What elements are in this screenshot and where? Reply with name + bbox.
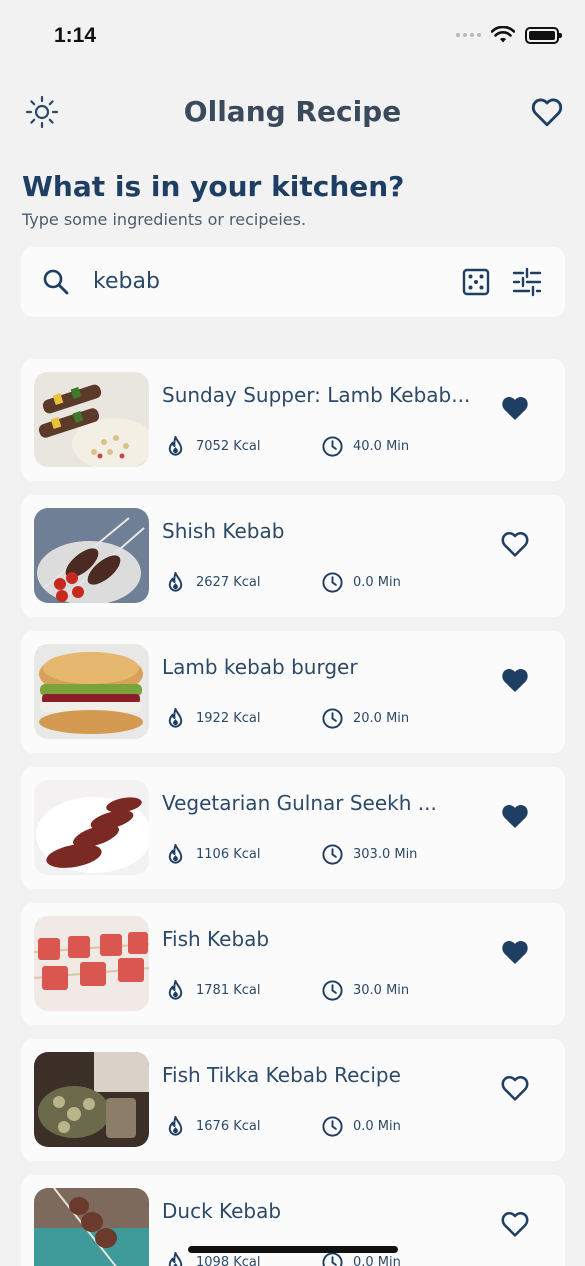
heart-outline-icon (501, 1076, 529, 1101)
recipe-name: Shish Kebab (162, 519, 285, 543)
page-subtitle: Type some ingredients or recipeies. (22, 210, 307, 229)
home-indicator[interactable] (188, 1246, 398, 1253)
recipe-time: 30.0 Min (321, 979, 409, 1002)
calories-text: 1106 Kcal (196, 847, 261, 862)
clock-icon (322, 572, 343, 593)
recipe-calories: 1106 Kcal (164, 843, 260, 866)
sliders-icon (512, 267, 542, 297)
recipe-time: 303.0 Min (321, 843, 417, 866)
favorite-button[interactable] (498, 664, 532, 696)
calories-text: 1781 Kcal (196, 983, 261, 998)
recipe-name: Duck Kebab (162, 1199, 282, 1223)
recipe-name: Vegetarian Gulnar Seekh ... (162, 791, 437, 815)
calories-text: 2627 Kcal (196, 575, 261, 590)
page-headline: What is in your kitchen? (22, 170, 405, 203)
recipe-thumbnail (34, 1052, 149, 1147)
recipe-time: 20.0 Min (321, 707, 409, 730)
heart-filled-icon (502, 941, 528, 964)
calories-text: 1922 Kcal (196, 711, 261, 726)
recipe-time: 0.0 Min (321, 1251, 401, 1266)
recipe-thumbnail (34, 780, 149, 875)
time-text: 0.0 Min (353, 575, 401, 590)
calories-text: 1098 Kcal (196, 1255, 261, 1266)
heart-outline-icon (501, 1212, 529, 1237)
recipe-calories: 1676 Kcal (164, 1115, 260, 1138)
recipe-name: Fish Tikka Kebab Recipe (162, 1063, 401, 1087)
recipe-time: 0.0 Min (321, 1115, 401, 1138)
favorite-button[interactable] (498, 936, 532, 968)
time-text: 0.0 Min (353, 1119, 401, 1134)
clock-icon (322, 708, 343, 729)
recipe-thumbnail (34, 1188, 149, 1266)
recipe-name: Fish Kebab (162, 927, 270, 951)
favorite-button[interactable] (498, 392, 532, 424)
recipe-time: 0.0 Min (321, 571, 401, 594)
time-text: 30.0 Min (353, 983, 410, 998)
dice-icon (462, 268, 490, 296)
clock-icon (322, 436, 343, 457)
status-time: 1:14 (54, 24, 97, 47)
status-icons (456, 26, 562, 44)
recipe-calories: 1922 Kcal (164, 707, 260, 730)
search-icon (43, 269, 69, 295)
time-text: 0.0 Min (353, 1255, 401, 1266)
calories-text: 7052 Kcal (196, 439, 261, 454)
signal-icon (456, 33, 481, 37)
recipe-calories: 7052 Kcal (164, 435, 260, 458)
favorites-button[interactable] (529, 94, 565, 130)
recipe-calories: 1098 Kcal (164, 1251, 260, 1266)
recipe-calories: 2627 Kcal (164, 571, 260, 594)
time-text: 20.0 Min (353, 711, 410, 726)
flame-icon (168, 979, 183, 1000)
heart-outline-icon (531, 98, 563, 127)
recipe-thumbnail (34, 916, 149, 1011)
heart-filled-icon (502, 669, 528, 692)
clock-icon (322, 844, 343, 865)
recipe-calories: 1781 Kcal (164, 979, 260, 1002)
recipe-card[interactable]: Sunday Supper: Lamb Kebab... 7052 Kcal 4… (21, 359, 565, 481)
recipe-thumbnail (34, 372, 149, 467)
time-text: 40.0 Min (353, 439, 410, 454)
flame-icon (168, 435, 183, 456)
recipe-card[interactable]: Lamb kebab burger 1922 Kcal 20.0 Min (21, 631, 565, 753)
favorite-button[interactable] (498, 528, 532, 560)
calories-text: 1676 Kcal (196, 1119, 261, 1134)
recipe-time: 40.0 Min (321, 435, 409, 458)
app-title: Ollang Recipe (183, 95, 402, 128)
recipe-card[interactable]: Fish Tikka Kebab Recipe 1676 Kcal 0.0 Mi… (21, 1039, 565, 1161)
recipe-card[interactable]: Fish Kebab 1781 Kcal 30.0 Min (21, 903, 565, 1025)
favorite-button[interactable] (498, 800, 532, 832)
favorite-button[interactable] (498, 1072, 532, 1104)
recipe-name: Sunday Supper: Lamb Kebab... (162, 383, 471, 407)
random-recipe-button[interactable] (461, 267, 491, 297)
app-header: Ollang Recipe (0, 88, 585, 138)
clock-icon (322, 1116, 343, 1137)
recipe-thumbnail (34, 508, 149, 603)
wifi-icon (491, 26, 515, 43)
recipe-card[interactable]: Shish Kebab 2627 Kcal 0.0 Min (21, 495, 565, 617)
search-bar (21, 247, 565, 317)
filter-button[interactable] (511, 267, 543, 297)
favorite-button[interactable] (498, 1208, 532, 1240)
recipe-card[interactable]: Vegetarian Gulnar Seekh ... 1106 Kcal 30… (21, 767, 565, 889)
recipe-list: Sunday Supper: Lamb Kebab... 7052 Kcal 4… (21, 359, 565, 1266)
clock-icon (322, 980, 343, 1001)
search-input[interactable] (93, 261, 433, 301)
time-text: 303.0 Min (353, 847, 418, 862)
status-bar: 1:14 (0, 0, 585, 70)
recipe-name: Lamb kebab burger (162, 655, 358, 679)
clock-icon (322, 1252, 343, 1266)
recipe-thumbnail (34, 644, 149, 739)
heart-filled-icon (502, 805, 528, 828)
flame-icon (168, 571, 183, 592)
heart-outline-icon (501, 532, 529, 557)
flame-icon (168, 1115, 183, 1136)
flame-icon (168, 707, 183, 728)
battery-icon (525, 26, 562, 44)
heart-filled-icon (502, 397, 528, 420)
flame-icon (168, 843, 183, 864)
flame-icon (168, 1251, 183, 1266)
